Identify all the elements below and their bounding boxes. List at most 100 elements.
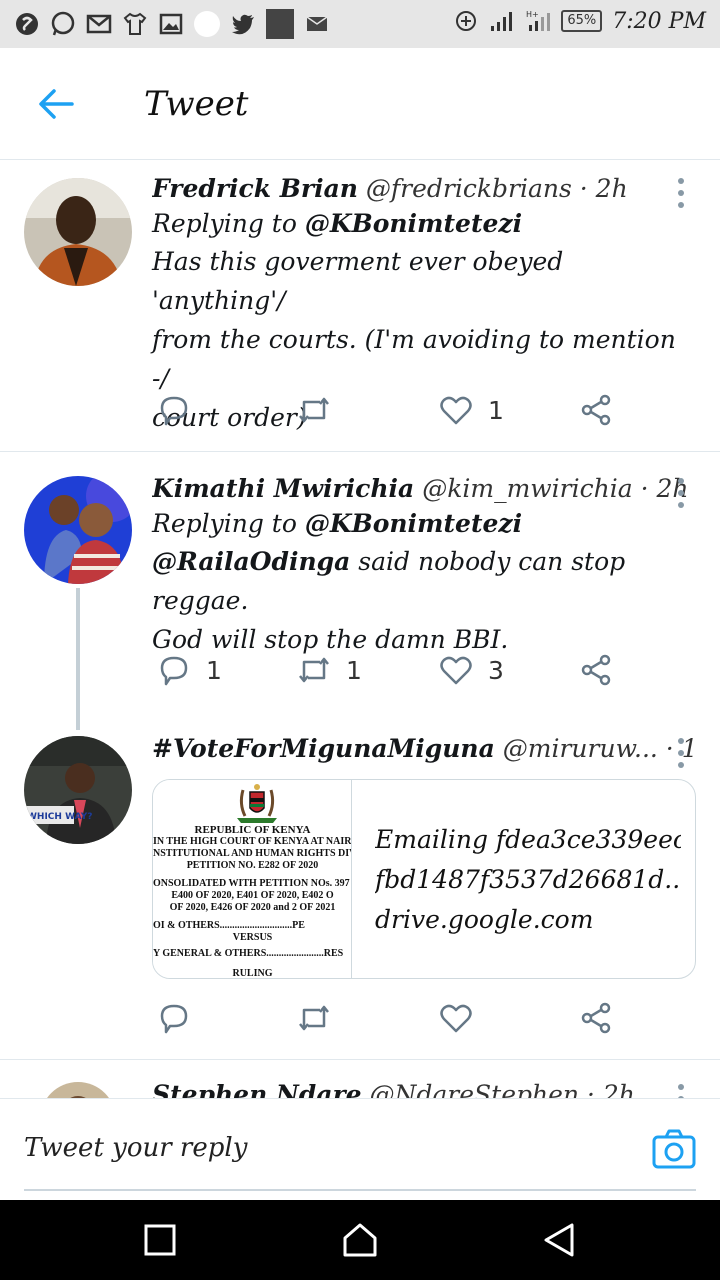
link-preview-card[interactable]: REPUBLIC OF KENYA IN THE HIGH COURT OF K… — [152, 779, 696, 979]
author-name[interactable]: Kimathi Mwirichia — [152, 474, 414, 503]
replying-to-label: Replying to — [152, 209, 297, 238]
replying-to-mention[interactable]: @KBonimtetezi — [305, 209, 522, 238]
share-button[interactable] — [578, 1000, 614, 1036]
back-arrow-icon[interactable] — [36, 84, 76, 124]
reply-button[interactable] — [156, 392, 206, 428]
replying-to: Replying to @KBonimtetezi — [152, 209, 696, 238]
tweet-header: Kimathi Mwirichia @kim_mwirichia · 2h — [152, 474, 696, 503]
tweet-stephen-ndare[interactable]: Stephen Ndare @NdareStephen · 2h — [0, 1060, 720, 1098]
share-button[interactable] — [578, 392, 614, 428]
reply-icon — [160, 1004, 188, 1034]
reply-count: 1 — [206, 655, 222, 685]
card-title-line: fbd1487f3537d26681d... — [375, 865, 681, 894]
retweet-button[interactable] — [296, 392, 346, 428]
replying-to-label: Replying to — [152, 509, 297, 538]
recent-apps-icon[interactable] — [140, 1220, 180, 1260]
kenya-coat-of-arms-image — [237, 784, 277, 823]
avatar[interactable] — [40, 1082, 116, 1098]
like-button[interactable]: 3 — [438, 652, 504, 688]
doc-text-line: E400 OF 2020, E401 OF 2020, E402 O — [171, 890, 334, 901]
heart-icon — [440, 396, 472, 425]
reply-input-underline — [24, 1189, 696, 1191]
tweet-body: Kimathi Mwirichia @kim_mwirichia · 2h Re… — [152, 474, 696, 659]
twitter-bird-icon — [230, 11, 256, 37]
replying-to: Replying to @KBonimtetezi — [152, 509, 696, 538]
svg-text:H+: H+ — [526, 10, 539, 19]
reply-input[interactable]: Tweet your reply — [24, 1133, 247, 1163]
signal-icon — [489, 8, 515, 34]
card-thumbnail: REPUBLIC OF KENYA IN THE HIGH COURT OF K… — [153, 780, 352, 979]
avatar[interactable]: WHICH WAY? — [24, 736, 132, 844]
retweet-button[interactable]: 1 — [296, 652, 362, 688]
author-name[interactable]: #VoteForMigunaMiguna — [152, 734, 495, 763]
like-button[interactable]: 1 — [438, 392, 504, 428]
tweet-header: Fredrick Brian @fredrickbrians · 2h — [152, 174, 696, 203]
whatsapp-icon — [50, 11, 76, 37]
author-handle[interactable]: @kim_mwirichia — [422, 474, 632, 503]
author-name[interactable]: Stephen Ndare — [152, 1080, 362, 1098]
share-button[interactable] — [578, 652, 614, 688]
notification-icons — [14, 9, 330, 39]
tweet-kimathi-mwirichia[interactable]: Kimathi Mwirichia @kim_mwirichia · 2h Re… — [0, 452, 720, 722]
author-handle[interactable]: @NdareStephen — [370, 1080, 580, 1098]
share-icon — [581, 654, 611, 686]
like-count: 3 — [488, 655, 504, 685]
back-nav-icon[interactable] — [540, 1220, 580, 1260]
card-domain: drive.google.com — [375, 905, 594, 934]
shirt-icon — [122, 11, 148, 37]
signal-h-plus-icon: H+ — [525, 8, 551, 34]
doc-text-line: PETITION NO. E282 OF 2020 — [186, 860, 319, 871]
tweet-header: #VoteForMigunaMiguna @miruruw... · 1h — [152, 734, 696, 763]
tweet-text-line: Has this goverment ever obeyed 'anything… — [152, 247, 564, 315]
tweet-body: #VoteForMigunaMiguna @miruruw... · 1h — [152, 734, 696, 763]
avatar[interactable] — [24, 476, 132, 584]
doc-text-line: RULING — [232, 968, 273, 979]
camera-icon[interactable] — [652, 1129, 696, 1169]
mention-link[interactable]: @RailaOdinga — [152, 547, 350, 576]
replying-to-mention[interactable]: @KBonimtetezi — [305, 509, 522, 538]
app-notification-icon — [266, 9, 294, 39]
share-icon — [581, 394, 611, 426]
tweet-fredrick-brian[interactable]: Fredrick Brian @fredrickbrians · 2h Repl… — [0, 160, 720, 452]
home-icon[interactable] — [340, 1220, 380, 1260]
more-options-icon[interactable] — [678, 738, 686, 768]
system-navigation-bar — [0, 1200, 720, 1280]
reply-composer: Tweet your reply — [0, 1098, 720, 1200]
like-button[interactable] — [438, 1000, 488, 1036]
tweet-actions: 1 — [152, 392, 632, 432]
tweet-time: · 2h — [579, 174, 628, 203]
retweet-count: 1 — [346, 655, 362, 685]
share-icon — [581, 1002, 611, 1034]
doc-text-line: ONSOLIDATED WITH PETITION NOs. 397 OF — [153, 878, 352, 889]
reply-button[interactable] — [156, 1000, 206, 1036]
author-name[interactable]: Fredrick Brian — [152, 174, 358, 203]
avatar[interactable] — [24, 178, 132, 286]
more-options-icon[interactable] — [678, 1084, 686, 1098]
system-icons: H+ 65% 7:20 PM — [453, 8, 706, 34]
more-options-icon[interactable] — [678, 478, 686, 508]
like-count: 1 — [488, 395, 504, 425]
doc-text-line: OF 2020, E426 OF 2020 and 2 OF 2021 — [169, 902, 336, 913]
more-options-icon[interactable] — [678, 178, 686, 208]
tweet-text-line: from the courts. (I'm avoiding to mentio… — [152, 325, 676, 393]
doc-text-line: NSTITUTIONAL AND HUMAN RIGHTS DIVI — [153, 848, 352, 859]
tweet-header: Stephen Ndare @NdareStephen · 2h — [152, 1080, 696, 1098]
svg-text:WHICH WAY?: WHICH WAY? — [27, 812, 92, 822]
tweet-time: · 2h — [586, 1080, 635, 1098]
shazam-icon — [14, 11, 40, 37]
author-handle[interactable]: @miruruw... — [503, 734, 658, 763]
battery-indicator: 65% — [561, 10, 603, 32]
reply-button[interactable]: 1 — [156, 652, 222, 688]
tweet-actions — [152, 1000, 632, 1040]
gmail-icon — [86, 11, 112, 37]
card-text: Emailing fdea3ce339eec5 fbd1487f3537d266… — [375, 820, 681, 940]
tweet-text: @RailaOdinga said nobody can stop reggae… — [152, 542, 696, 659]
author-handle[interactable]: @fredrickbrians — [366, 174, 572, 203]
reply-icon — [160, 656, 188, 686]
tweet-body: Stephen Ndare @NdareStephen · 2h — [152, 1080, 696, 1098]
doc-text-line: OI & OTHERS.............................… — [153, 920, 305, 931]
tweet-actions: 1 1 3 — [152, 652, 632, 692]
tweet-vote-for-miguna[interactable]: WHICH WAY? #VoteForMigunaMiguna @miruruw… — [0, 722, 720, 1060]
page-title: Tweet — [144, 84, 249, 124]
retweet-button[interactable] — [296, 1000, 346, 1036]
